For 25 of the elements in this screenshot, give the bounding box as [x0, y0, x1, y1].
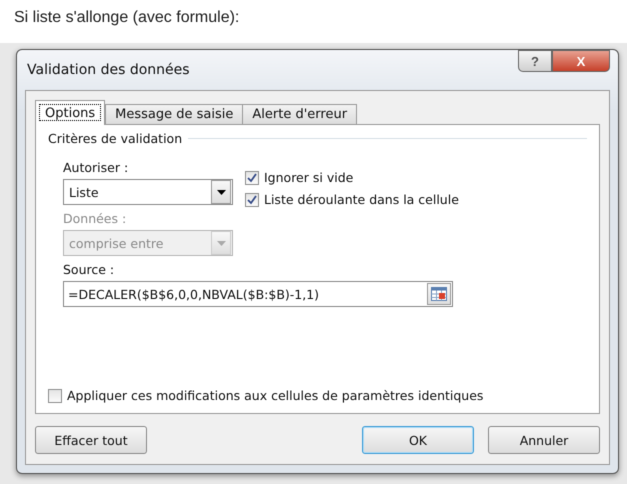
checkbox[interactable]: [48, 388, 62, 402]
dialog-button[interactable]: OK: [362, 426, 474, 454]
tab[interactable]: Alerte d'erreur: [242, 104, 358, 125]
dialog-button[interactable]: Annuler: [488, 426, 600, 454]
range-picker-button[interactable]: [427, 283, 451, 305]
input-field[interactable]: =DECALER($B$6,0,0,NBVAL($B:$B)-1,1): [63, 281, 453, 307]
caret-icon: [211, 180, 231, 204]
group-title: Critères de validation: [48, 131, 182, 146]
dialog-button[interactable]: Effacer tout: [35, 426, 147, 454]
field-value: =DECALER($B$6,0,0,NBVAL($B:$B)-1,1): [68, 286, 320, 302]
dropdown-value: Liste: [68, 184, 99, 200]
field-label: Source :: [63, 262, 116, 277]
caret-icon: [211, 231, 231, 255]
checkbox-label: Liste déroulante dans la cellule: [264, 192, 459, 207]
dropdown[interactable]: Liste: [63, 179, 233, 205]
heading: Si liste s'allonge (avec formule):: [13, 8, 240, 28]
tab[interactable]: Options: [35, 100, 106, 125]
checkbox-label: Ignorer si vide: [264, 170, 354, 185]
field-label: Données :: [63, 211, 128, 226]
window-title: Validation des données: [26, 62, 190, 78]
checkbox-label: Appliquer ces modifications aux cellules de paramètres identiques: [67, 388, 484, 403]
field-label: Autoriser :: [63, 160, 130, 175]
dropdown-value: comprise entre: [68, 236, 164, 250]
tab[interactable]: Message de saisie: [105, 104, 244, 125]
help-button[interactable]: ?: [518, 50, 552, 72]
